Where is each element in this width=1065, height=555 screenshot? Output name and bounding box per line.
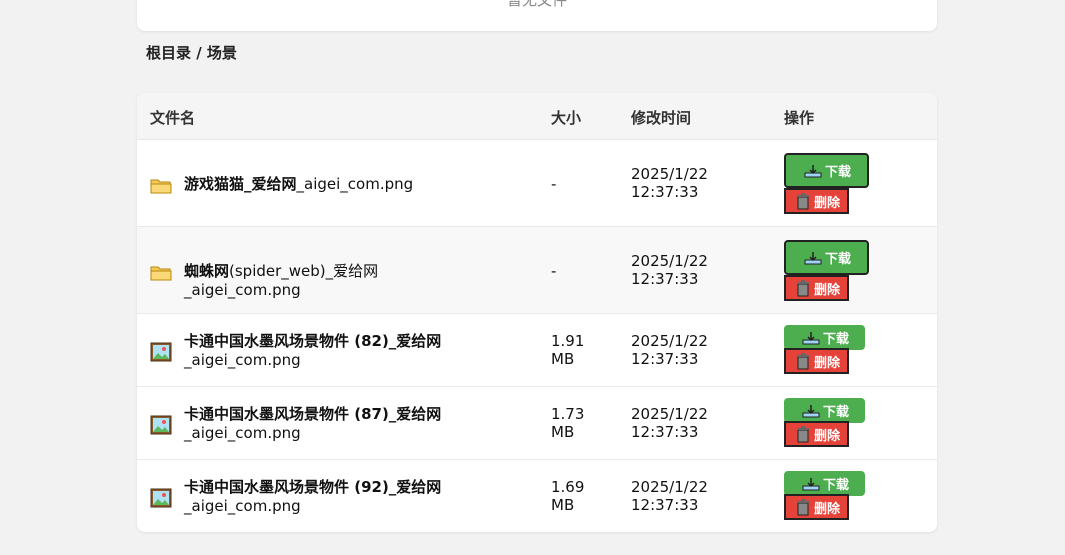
file-name[interactable]: 游戏猫猫_爱给网_aigei_com.png: [184, 175, 484, 194]
download-button[interactable]: 下载: [784, 398, 865, 423]
delete-button[interactable]: 删除: [784, 421, 849, 447]
file-time: 2025/1/22 12:37:33: [631, 252, 708, 288]
previous-card: 暂无文件: [137, 0, 937, 31]
download-icon: [804, 251, 822, 264]
file-size: -: [551, 175, 557, 193]
file-table: 文件名 大小 修改时间 操作 游戏猫猫_爱给网_aigei_com.png - …: [137, 93, 937, 532]
table-row[interactable]: 蜘蛛网(spider_web)_爱给网_aigei_com.png - 2025…: [137, 227, 937, 314]
delete-button[interactable]: 删除: [784, 494, 849, 520]
trash-icon: [797, 353, 809, 370]
file-size: 1.69 MB: [551, 478, 585, 514]
download-icon: [802, 404, 820, 417]
file-name[interactable]: 卡通中国水墨风场景物件 (82)_爱给网 _aigei_com.png: [184, 332, 484, 370]
trash-icon: [797, 193, 809, 210]
folder-icon: [150, 266, 172, 281]
table-row[interactable]: 卡通中国水墨风场景物件 (92)_爱给网 _aigei_com.png 1.69 M…: [137, 460, 937, 532]
image-icon: [150, 342, 172, 362]
trash-icon: [797, 426, 809, 443]
table-row[interactable]: 卡通中国水墨风场景物件 (87)_爱给网 _aigei_com.png 1.73 M…: [137, 387, 937, 460]
delete-button[interactable]: 删除: [784, 348, 849, 374]
table-row[interactable]: 卡通中国水墨风场景物件 (82)_爱给网 _aigei_com.png 1.91 M…: [137, 314, 937, 387]
empty-message: 暂无文件: [506, 0, 567, 9]
header-action: 操作: [784, 109, 815, 127]
table-header: 文件名 大小 修改时间 操作: [137, 93, 937, 140]
file-name[interactable]: 卡通中国水墨风场景物件 (92)_爱给网 _aigei_com.png: [184, 478, 484, 516]
file-size: 1.91 MB: [551, 332, 585, 368]
header-time: 修改时间: [631, 109, 692, 127]
folder-icon: [150, 179, 172, 194]
header-name: 文件名: [150, 109, 196, 127]
table-row[interactable]: 游戏猫猫_爱给网_aigei_com.png - 2025/1/22 12:37:…: [137, 140, 937, 227]
file-size: -: [551, 262, 557, 280]
file-time: 2025/1/22 12:37:33: [631, 332, 708, 368]
file-time: 2025/1/22 12:37:33: [631, 405, 708, 441]
delete-button[interactable]: 删除: [784, 275, 849, 301]
download-button[interactable]: 下载: [784, 153, 869, 188]
file-name[interactable]: 蜘蛛网(spider_web)_爱给网_aigei_com.png: [184, 262, 484, 300]
file-time: 2025/1/22 12:37:33: [631, 478, 708, 514]
file-time: 2025/1/22 12:37:33: [631, 165, 708, 201]
delete-button[interactable]: 删除: [784, 188, 849, 214]
image-icon: [150, 415, 172, 435]
image-icon: [150, 488, 172, 508]
download-icon: [802, 477, 820, 490]
download-button[interactable]: 下载: [784, 240, 869, 275]
file-size: 1.73 MB: [551, 405, 585, 441]
download-icon: [802, 331, 820, 344]
breadcrumb[interactable]: 根目录 / 场景: [146, 42, 237, 63]
trash-icon: [797, 499, 809, 516]
trash-icon: [797, 280, 809, 297]
header-size: 大小: [551, 109, 582, 127]
download-button[interactable]: 下载: [784, 471, 865, 496]
file-name[interactable]: 卡通中国水墨风场景物件 (87)_爱给网 _aigei_com.png: [184, 405, 484, 443]
download-button[interactable]: 下载: [784, 325, 865, 350]
download-icon: [804, 164, 822, 177]
